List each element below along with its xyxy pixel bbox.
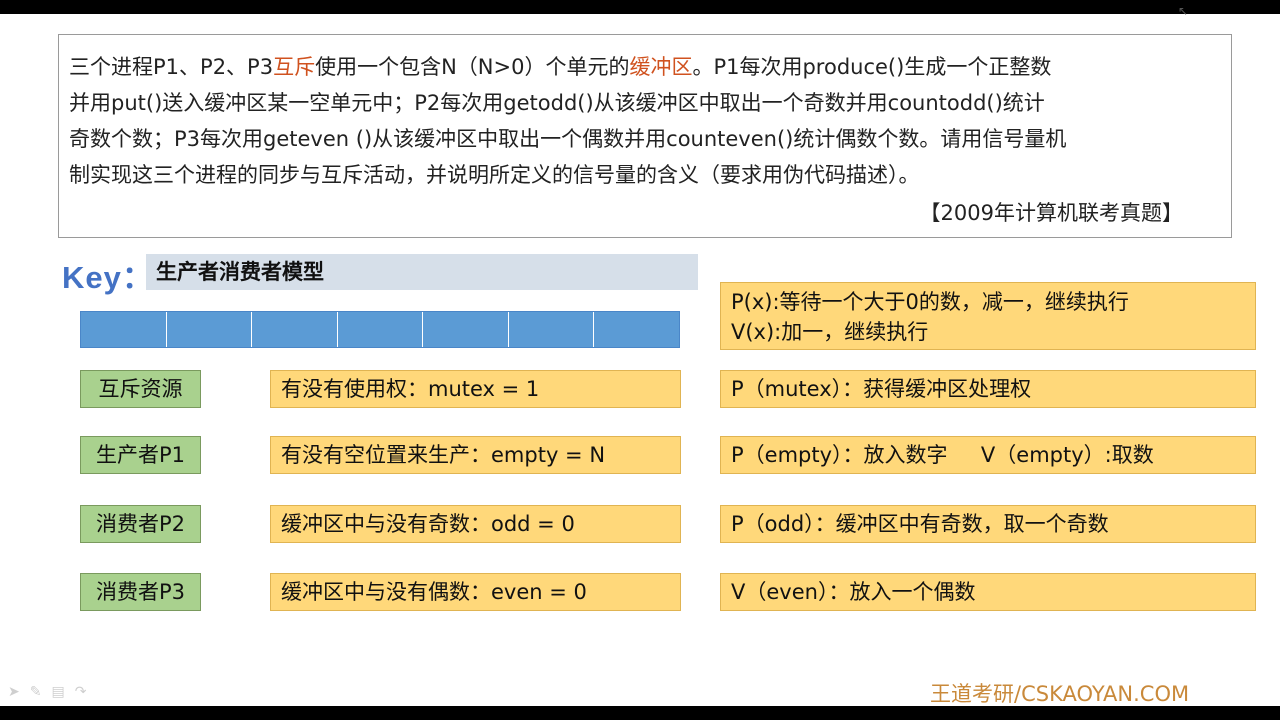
operation-mutex: P（mutex）：获得缓冲区处理权 bbox=[720, 370, 1256, 408]
role-producer-p1: 生产者P1 bbox=[80, 436, 201, 474]
footer-brand: 王道考研/CSKAOYAN.COM bbox=[930, 682, 1190, 706]
presentation-toolbar: ➤ ✎ ▤ ↷ bbox=[8, 684, 86, 700]
menu-icon[interactable]: ▤ bbox=[51, 684, 64, 700]
slide: 三个进程P1、P2、P3互斥使用一个包含N（N>0）个单元的缓冲区。P1每次用p… bbox=[0, 14, 1280, 706]
buffer-cell bbox=[594, 312, 680, 347]
question-line2: 并用put()送入缓冲区某一空单元中；P2每次用getodd()从该缓冲区中取出… bbox=[69, 91, 1045, 115]
pv-definition-box: P(x):等待一个大于0的数，减一，继续执行 V(x):加一，继续执行 bbox=[720, 282, 1256, 350]
question-line4: 制实现这三个进程的同步与互斥活动，并说明所定义的信号量的含义（要求用伪代码描述）… bbox=[69, 163, 920, 187]
buffer-cell bbox=[423, 312, 509, 347]
buffer-diagram bbox=[80, 311, 680, 348]
share-icon[interactable]: ↷ bbox=[75, 684, 87, 700]
buffer-cell bbox=[166, 312, 253, 347]
buffer-cell bbox=[508, 312, 595, 347]
semaphore-mutex: 有没有使用权：mutex = 1 bbox=[270, 370, 681, 408]
p-definition: P(x):等待一个大于0的数，减一，继续执行 bbox=[731, 290, 1129, 314]
arrow-icon[interactable]: ➤ bbox=[8, 684, 20, 700]
highlight-buffer: 缓冲区 bbox=[629, 55, 693, 79]
question-source: 【2009年计算机联考真题】 bbox=[919, 201, 1183, 225]
operation-even: V（even）：放入一个偶数 bbox=[720, 573, 1256, 611]
question-line1-b: 使用一个包含N（N>0）个单元的 bbox=[315, 55, 630, 79]
semaphore-even: 缓冲区中与没有偶数：even = 0 bbox=[270, 573, 681, 611]
role-mutex: 互斥资源 bbox=[80, 370, 201, 408]
operation-empty: P（empty）：放入数字 V（empty）:取数 bbox=[720, 436, 1256, 474]
v-definition: V(x):加一，继续执行 bbox=[731, 320, 929, 344]
highlight-mutual-exclusion: 互斥 bbox=[273, 55, 316, 79]
role-consumer-p3: 消费者P3 bbox=[80, 573, 201, 611]
question-box: 三个进程P1、P2、P3互斥使用一个包含N（N>0）个单元的缓冲区。P1每次用p… bbox=[58, 34, 1232, 238]
question-line3: 奇数个数；P3每次用geteven ()从该缓冲区中取出一个偶数并用counte… bbox=[69, 127, 1067, 151]
operation-odd: P（odd）：缓冲区中有奇数，取一个奇数 bbox=[720, 505, 1256, 543]
buffer-cell bbox=[252, 312, 338, 347]
question-line1-c: 。P1每次用produce()生成一个正整数 bbox=[692, 55, 1052, 79]
buffer-cell bbox=[337, 312, 424, 347]
pen-icon[interactable]: ✎ bbox=[30, 684, 42, 700]
model-title: 生产者消费者模型 bbox=[146, 254, 698, 290]
semaphore-odd: 缓冲区中与没有奇数：odd = 0 bbox=[270, 505, 681, 543]
role-consumer-p2: 消费者P2 bbox=[80, 505, 201, 543]
question-text: 三个进程P1、P2、P3互斥使用一个包含N（N>0）个单元的缓冲区。P1每次用p… bbox=[69, 49, 1219, 193]
cursor-icon: ↖ bbox=[1178, 4, 1189, 18]
semaphore-empty: 有没有空位置来生产：empty = N bbox=[270, 436, 681, 474]
question-line1-a: 三个进程P1、P2、P3 bbox=[69, 55, 274, 79]
buffer-cell bbox=[81, 312, 167, 347]
key-label: Key： bbox=[62, 260, 154, 295]
